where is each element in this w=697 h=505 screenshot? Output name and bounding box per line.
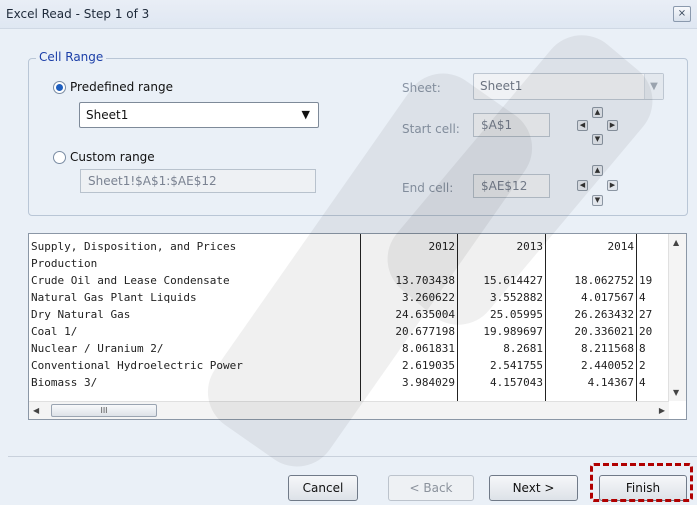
cell-range-legend: Cell Range	[36, 50, 107, 64]
scroll-thumb-grip: III	[100, 406, 108, 415]
table-cell: 4.157043	[490, 376, 543, 389]
end-up-arrow-icon[interactable]: ▲	[592, 165, 603, 176]
back-button[interactable]: < Back	[388, 475, 474, 501]
table-cell: 18.062752	[574, 274, 634, 287]
sheet-value: Sheet1	[480, 79, 523, 93]
table-cell: 4.14367	[587, 376, 634, 389]
horizontal-scrollbar[interactable]: ◀ III ▶	[29, 401, 669, 419]
start-right-arrow-icon[interactable]: ▶	[607, 120, 618, 131]
table-cell: 26.263432	[574, 308, 634, 321]
table-cell	[545, 255, 634, 272]
cancel-button[interactable]: Cancel	[288, 475, 358, 501]
scroll-left-icon[interactable]: ◀	[33, 406, 39, 415]
table-cell: 2.541755	[490, 359, 543, 372]
table-cell: 25.05995	[490, 308, 543, 321]
chevron-down-icon: ▼	[644, 74, 663, 99]
start-left-arrow-icon[interactable]: ◀	[577, 120, 588, 131]
table-cell: 27	[639, 308, 653, 321]
end-cell-field[interactable]: $AE$12	[473, 174, 550, 198]
column-separator	[360, 234, 361, 402]
sheet-select[interactable]: Sheet1 ▼	[473, 73, 664, 100]
predefined-range-value: Sheet1	[86, 108, 129, 122]
table-cell: Dry Natural Gas	[31, 308, 131, 321]
start-up-arrow-icon[interactable]: ▲	[592, 107, 603, 118]
table-cell: Nuclear / Uranium 2/	[31, 342, 164, 355]
window-title: Excel Read - Step 1 of 3	[6, 7, 150, 21]
column-separator	[457, 234, 458, 402]
column-separator	[636, 234, 637, 402]
table-cell: 8.211568	[581, 342, 634, 355]
scroll-right-icon[interactable]: ▶	[659, 406, 665, 415]
table-cell: 4	[639, 376, 646, 389]
table-cell: 2014	[607, 240, 635, 253]
table-cell: 3.260622	[402, 291, 455, 304]
table-cell: 19	[639, 274, 653, 287]
table-cell: 8.061831	[402, 342, 455, 355]
table-cell: 8	[639, 342, 646, 355]
sheet-label: Sheet:	[402, 81, 441, 95]
vertical-scrollbar[interactable]: ▲ ▼	[668, 234, 686, 401]
table-cell: Biomass 3/	[31, 376, 98, 389]
table-cell	[360, 255, 455, 272]
data-preview-panel: Supply, Disposition, and Prices 2012 2013 2…	[28, 233, 687, 420]
table-cell: 24.635004	[395, 308, 455, 321]
start-cell-value: $A$1	[481, 118, 513, 132]
table-cell: 15.614427	[483, 274, 543, 287]
table-cell: 2.440052	[581, 359, 634, 372]
table-cell: Production	[31, 257, 98, 270]
table-cell: 3.552882	[490, 291, 543, 304]
table-cell: 20.336021	[574, 325, 634, 338]
close-button[interactable]: ⨯	[673, 6, 691, 22]
table-cell: Crude Oil and Lease Condensate	[31, 274, 230, 287]
table-cell: Coal 1/	[31, 325, 78, 338]
table-cell: 13.703438	[395, 274, 455, 287]
table-cell: 2.619035	[402, 359, 455, 372]
end-right-arrow-icon[interactable]: ▶	[607, 180, 618, 191]
custom-range-field[interactable]: Sheet1!$A$1:$AE$12	[80, 169, 316, 193]
table-cell: 4.017567	[581, 291, 634, 304]
footer-separator	[8, 456, 697, 457]
column-separator	[545, 234, 546, 402]
table-cell: 20.677198	[395, 325, 455, 338]
start-cell-label: Start cell:	[402, 122, 460, 136]
predefined-range-select[interactable]: Sheet1 ▼	[79, 102, 319, 128]
scroll-up-icon[interactable]: ▲	[673, 238, 679, 247]
custom-range-radio[interactable]	[53, 151, 66, 164]
start-down-arrow-icon[interactable]: ▼	[592, 134, 603, 145]
close-icon: ⨯	[677, 8, 687, 19]
predefined-range-label[interactable]: Predefined range	[70, 80, 173, 94]
end-down-arrow-icon[interactable]: ▼	[592, 195, 603, 206]
chevron-down-icon: ▼	[301, 108, 310, 121]
table-cell: 3.984029	[402, 376, 455, 389]
start-cell-field[interactable]: $A$1	[473, 113, 550, 137]
table-cell: 2	[639, 359, 646, 372]
table-cell: 2013	[516, 240, 544, 253]
predefined-range-radio[interactable]	[53, 81, 66, 94]
end-cell-label: End cell:	[402, 181, 454, 195]
table-cell	[457, 255, 543, 272]
dialog-window: Excel Read - Step 1 of 3 ⨯ Cell Range Pr…	[0, 0, 697, 505]
table-cell: 2012	[428, 240, 456, 253]
next-button[interactable]: Next >	[489, 475, 578, 501]
title-bar: Excel Read - Step 1 of 3 ⨯	[0, 0, 697, 29]
table-cell: 4	[639, 291, 646, 304]
finish-highlight-frame	[590, 463, 693, 502]
custom-range-label[interactable]: Custom range	[70, 150, 155, 164]
horizontal-scroll-thumb[interactable]: III	[51, 404, 157, 417]
table-cell: Conventional Hydroelectric Power	[31, 359, 243, 372]
table-cell: Natural Gas Plant Liquids	[31, 291, 197, 304]
table-cell: 8.2681	[503, 342, 543, 355]
table-cell: 19.989697	[483, 325, 543, 338]
table-cell: Supply, Disposition, and Prices	[31, 240, 237, 253]
end-cell-value: $AE$12	[481, 179, 528, 193]
end-left-arrow-icon[interactable]: ◀	[577, 180, 588, 191]
scroll-down-icon[interactable]: ▼	[673, 388, 679, 397]
custom-range-value: Sheet1!$A$1:$AE$12	[88, 174, 217, 188]
table-cell: 20	[639, 325, 653, 338]
